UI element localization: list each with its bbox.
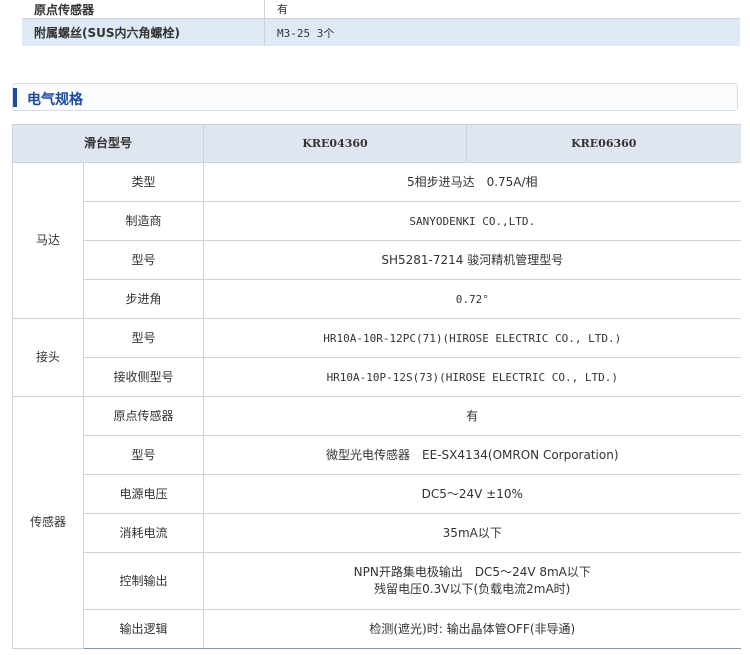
group-motor: 马达 xyxy=(12,162,84,319)
row-value: 35mA以下 xyxy=(203,513,741,553)
table-row: 附属螺丝(SUS内六角螺栓) M3-25 3个 xyxy=(22,18,740,46)
row-label: 类型 xyxy=(82,162,205,202)
table-row: 型号 微型光电传感器 EE-SX4134(OMRON Corporation) xyxy=(13,435,741,475)
row-label: 型号 xyxy=(82,240,205,280)
table-row: 马达 类型 5相步进马达 0.75A/相 xyxy=(12,162,741,319)
table-row: 电源电压 DC5～24V ±10% xyxy=(13,474,741,514)
row-value: HR10A-10R-12PC(71)(HIROSE ELECTRIC CO., … xyxy=(203,318,741,358)
table-row: 传感器 原点传感器 有 xyxy=(12,396,741,649)
row-label: 型号 xyxy=(82,435,205,475)
row-label: 控制输出 xyxy=(82,552,205,610)
row-label: 消耗电流 xyxy=(82,513,205,553)
table-row: 步进角 0.72° xyxy=(13,279,741,319)
row-label: 电源电压 xyxy=(82,474,205,514)
row-label: 原点传感器 xyxy=(82,396,205,436)
group-sensor: 传感器 xyxy=(12,396,84,649)
table-header-row: 滑台型号 KRE04360 KRE06360 xyxy=(11,124,741,163)
row-value: 微型光电传感器 EE-SX4134(OMRON Corporation) xyxy=(203,435,741,475)
table-row: 接收侧型号 HR10A-10P-12S(73)(HIROSE ELECTRIC … xyxy=(13,357,741,397)
section-header: 电气规格 xyxy=(12,83,738,111)
row-value: HR10A-10P-12S(73)(HIROSE ELECTRIC CO., L… xyxy=(203,357,741,397)
table-row: 控制输出 NPN开路集电极输出 DC5～24V 8mA以下 残留电压0.3V以下… xyxy=(13,552,741,610)
group-connector: 接头 xyxy=(12,318,84,397)
row-label: 制造商 xyxy=(82,201,205,241)
table-row: 型号 SH5281-7214 骏河精机管理型号 xyxy=(13,240,741,280)
header-stage-model: 滑台型号 xyxy=(11,124,205,163)
section-title: 电气规格 xyxy=(27,92,83,108)
header-model-1: KRE04360 xyxy=(203,124,468,163)
table-row: 接头 型号 HR10A-10R-12PC(71)(HIROSE ELECTRIC… xyxy=(12,318,741,397)
header-model-2: KRE06360 xyxy=(466,124,741,163)
row-value: SH5281-7214 骏河精机管理型号 xyxy=(203,240,741,280)
row-value: 有 xyxy=(203,396,741,436)
row-value: 5相步进马达 0.75A/相 xyxy=(203,162,741,202)
row-value-line-2: 残留电压0.3V以下(负载电流2mA时) xyxy=(374,582,571,596)
row-value: 检测(遮光)时: 输出晶体管OFF(非导通) xyxy=(203,609,741,649)
table-row: 输出逻辑 检测(遮光)时: 输出晶体管OFF(非导通) xyxy=(13,609,741,649)
row-label: 型号 xyxy=(82,318,205,358)
electrical-spec-table: 滑台型号 KRE04360 KRE06360 马达 类型 5相步进马达 0.75… xyxy=(11,124,741,649)
table-row: 消耗电流 35mA以下 xyxy=(13,513,741,553)
row-label: 附属螺丝(SUS内六角螺栓) xyxy=(22,18,265,46)
table-row: 制造商 SANYODENKI CO.,LTD. xyxy=(13,201,741,241)
row-label: 原点传感器 xyxy=(22,0,265,19)
row-label: 接收侧型号 xyxy=(82,357,205,397)
basic-spec-table-tail: 原点传感器 有 附属螺丝(SUS内六角螺栓) M3-25 3个 xyxy=(22,0,740,46)
row-label: 输出逻辑 xyxy=(82,609,205,649)
row-label: 步进角 xyxy=(82,279,205,319)
row-value: 有 xyxy=(264,0,740,19)
table-row: 原点传感器 有 xyxy=(22,0,740,19)
section-accent-bar xyxy=(13,88,17,107)
row-value: 0.72° xyxy=(203,279,741,319)
row-value-line-1: NPN开路集电极输出 DC5～24V 8mA以下 xyxy=(353,565,591,579)
row-value: NPN开路集电极输出 DC5～24V 8mA以下 残留电压0.3V以下(负载电流… xyxy=(203,552,741,610)
row-value: M3-25 3个 xyxy=(264,18,740,46)
row-value: SANYODENKI CO.,LTD. xyxy=(203,201,741,241)
row-value: DC5～24V ±10% xyxy=(203,474,741,514)
